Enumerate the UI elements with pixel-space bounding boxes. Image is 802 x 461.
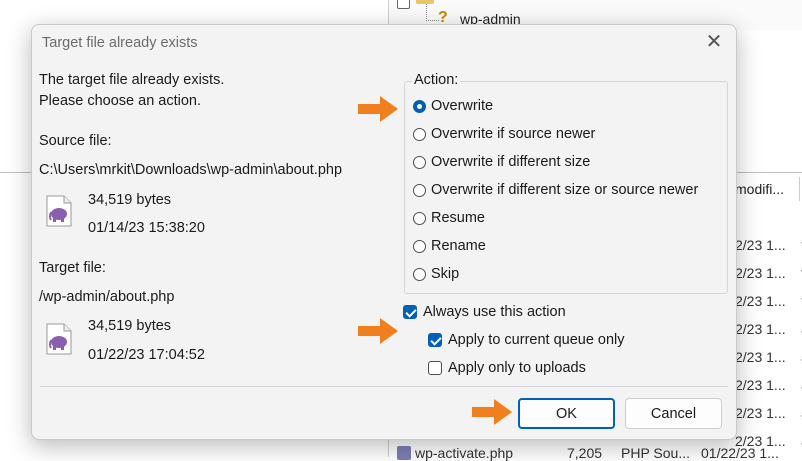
radio-label: Skip xyxy=(431,266,460,282)
list-cell-date: 01/22/23 1... xyxy=(701,445,779,461)
list-cell-date: 2/23 1... xyxy=(735,293,786,309)
radio-label: Overwrite if source newer xyxy=(431,126,596,142)
source-file-label: Source file: xyxy=(39,133,112,149)
list-cell-type: PHP Sou... xyxy=(621,445,691,461)
list-cell-date: 2/23 1... xyxy=(735,265,786,281)
checkbox-label: Apply to current queue only xyxy=(448,332,625,348)
list-cell-date: 2/23 1... xyxy=(735,321,786,337)
radio-overwrite[interactable]: Overwrite xyxy=(413,96,493,116)
file-exists-dialog: Target file already exists ✕ The target … xyxy=(31,24,737,440)
radio-overwrite-if-different-size-or-newer[interactable]: Overwrite if different size or source ne… xyxy=(413,180,698,200)
php-file-icon xyxy=(46,195,72,227)
apply-uploads-checkbox[interactable]: Apply only to uploads xyxy=(428,358,586,378)
radio-button[interactable] xyxy=(413,99,426,113)
target-file-path: /wp-admin/about.php xyxy=(39,289,175,305)
target-file-date: 01/22/23 17:04:52 xyxy=(88,347,205,363)
target-file-label: Target file: xyxy=(39,260,106,276)
list-cell-name: wp-activate.php xyxy=(415,445,514,461)
php-file-icon xyxy=(46,323,72,355)
radio-label: Overwrite if different size or source ne… xyxy=(431,182,699,198)
target-file-size: 34,519 bytes xyxy=(88,318,172,334)
radio-label: Rename xyxy=(431,238,486,254)
list-cell-date: 2/23 1... xyxy=(735,377,786,393)
message-line-2: Please choose an action. xyxy=(39,93,202,109)
php-file-icon xyxy=(397,446,411,460)
annotation-arrow-icon xyxy=(358,96,398,122)
radio-button[interactable] xyxy=(413,239,426,253)
source-file-path: C:\Users\mrkit\Downloads\wp-admin\about.… xyxy=(39,162,343,178)
close-icon[interactable]: ✕ xyxy=(704,32,724,52)
radio-overwrite-if-source-newer[interactable]: Overwrite if source newer xyxy=(413,124,595,144)
checkbox-label: Apply only to uploads xyxy=(448,360,586,376)
radio-button[interactable] xyxy=(413,183,426,197)
checkbox[interactable] xyxy=(403,305,417,319)
column-divider[interactable] xyxy=(799,177,800,201)
list-cell-date: 2/23 1... xyxy=(735,237,786,253)
radio-button[interactable] xyxy=(413,127,426,141)
radio-resume[interactable]: Resume xyxy=(413,208,485,228)
dialog-title: Target file already exists xyxy=(42,35,198,51)
radio-overwrite-if-different-size[interactable]: Overwrite if different size xyxy=(413,152,590,172)
list-cell-size: 7,205 xyxy=(567,445,603,461)
annotation-arrow-icon xyxy=(358,318,398,344)
radio-label: Overwrite if different size xyxy=(431,154,591,170)
list-cell-date: 2/23 1... xyxy=(735,349,786,365)
list-cell-date: 2/23 1... xyxy=(735,405,786,421)
radio-label: Overwrite xyxy=(431,98,494,114)
checkbox-label: Always use this action xyxy=(423,304,566,320)
apply-current-queue-checkbox[interactable]: Apply to current queue only xyxy=(428,330,625,350)
radio-label: Resume xyxy=(431,210,485,226)
column-header-modified[interactable]: modifi... xyxy=(735,181,784,197)
action-group-label: Action: xyxy=(412,72,461,88)
button-separator xyxy=(40,386,728,387)
source-file-size: 34,519 bytes xyxy=(88,192,172,208)
source-file-date: 01/14/23 15:38:20 xyxy=(88,220,205,236)
radio-button[interactable] xyxy=(413,155,426,169)
cancel-button[interactable]: Cancel xyxy=(625,398,722,429)
tree-checkbox[interactable] xyxy=(397,0,410,9)
ok-button[interactable]: OK xyxy=(518,398,615,429)
radio-rename[interactable]: Rename xyxy=(413,236,486,256)
radio-button[interactable] xyxy=(413,267,426,281)
message-line-1: The target file already exists. xyxy=(39,72,225,88)
always-use-action-checkbox[interactable]: Always use this action xyxy=(403,302,566,322)
annotation-arrow-icon xyxy=(472,399,512,425)
checkbox[interactable] xyxy=(428,333,442,347)
radio-skip[interactable]: Skip xyxy=(413,264,459,284)
list-row[interactable]: wp-activate.php 7,205 PHP Sou... 01/22/2… xyxy=(389,443,802,461)
checkbox[interactable] xyxy=(428,361,442,375)
radio-button[interactable] xyxy=(413,211,426,225)
